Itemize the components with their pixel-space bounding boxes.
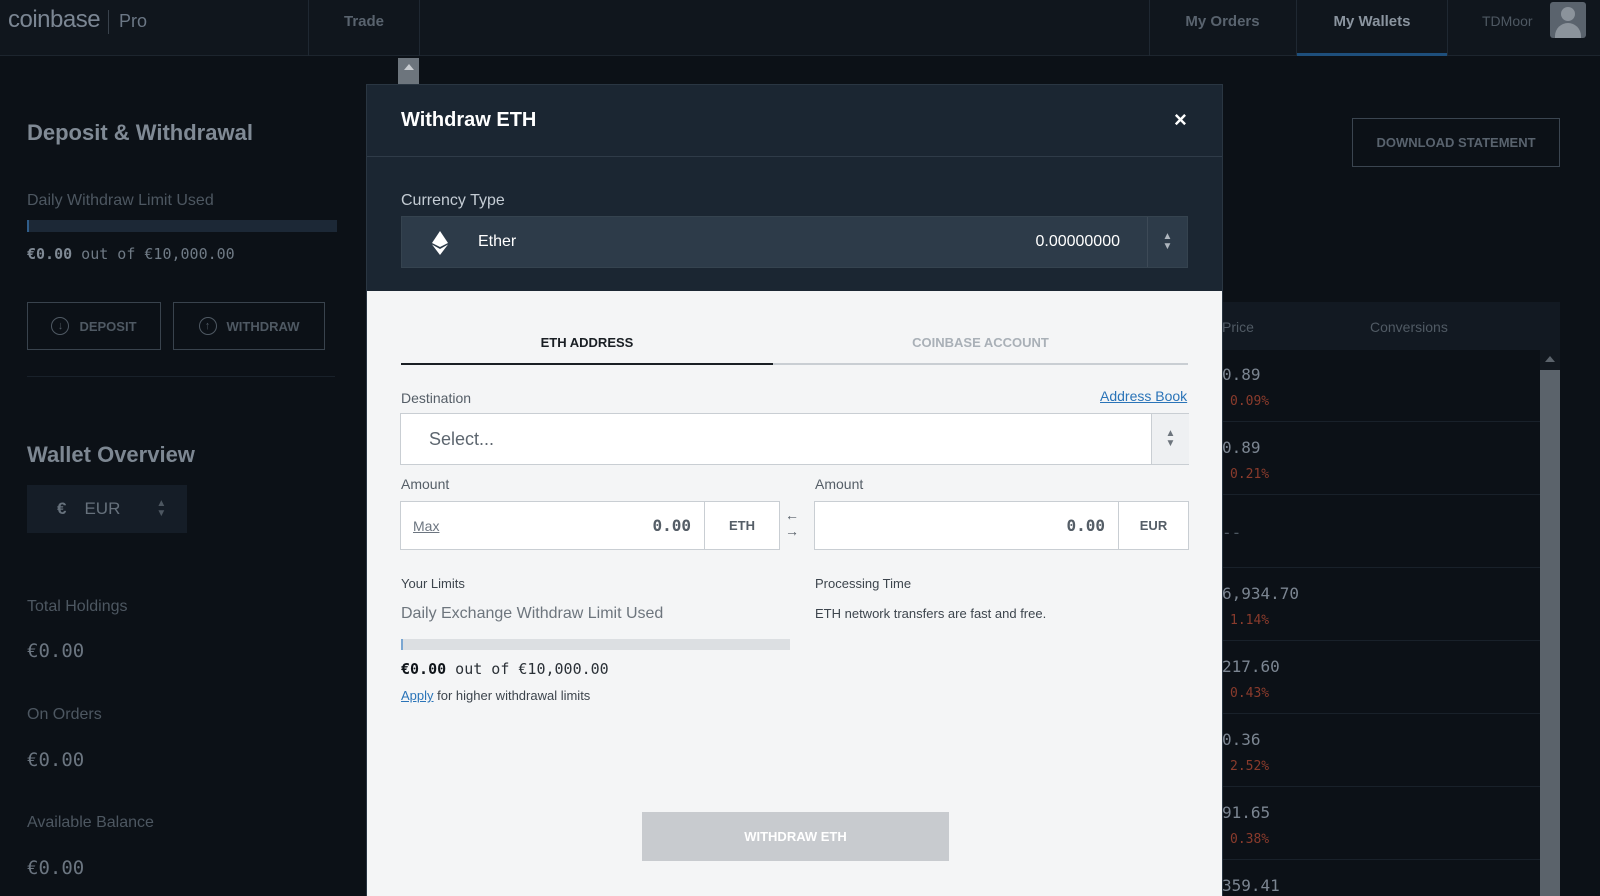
withdraw-modal: Withdraw ETH × Currency Type Ether 0.000… [366, 84, 1223, 896]
scroll-up-icon[interactable] [1545, 356, 1555, 362]
limit-progress-bar [401, 639, 790, 650]
chevron-updown-icon: ▲ ▼ [156, 498, 167, 519]
amount-eth-field[interactable]: Max 0.00 ETH [400, 501, 780, 550]
arrow-up-circle-icon: ↑ [198, 317, 217, 335]
apply-link[interactable]: Apply [401, 688, 434, 703]
close-icon[interactable]: × [1174, 107, 1187, 133]
nav-divider [1447, 0, 1448, 56]
destination-select[interactable]: Select... ▲ ▼ [400, 413, 1189, 465]
divider [27, 376, 335, 377]
daily-limit-text: €0.00 out of €10,000.00 [27, 245, 235, 263]
page-scrollbar[interactable] [398, 58, 419, 84]
logo-pro: Pro [119, 11, 148, 31]
amount-eur-value[interactable]: 0.00 [965, 516, 1105, 535]
column-conversions[interactable]: Conversions [1370, 319, 1448, 335]
currency-type-label: Currency Type [401, 192, 505, 209]
table-row[interactable]: 217.60 0.43% [1222, 642, 1540, 714]
download-statement-button[interactable]: DOWNLOAD STATEMENT [1352, 118, 1560, 167]
unit-eur: EUR [1118, 502, 1188, 549]
amount-eth-label: Amount [401, 476, 450, 492]
unit-eth: ETH [704, 502, 779, 549]
limit-progress-fill [401, 639, 403, 650]
table-row[interactable]: 91.65 0.38% [1222, 788, 1540, 860]
processing-time-text: ETH network transfers are fast and free. [815, 606, 1047, 621]
user-avatar-icon[interactable] [1550, 2, 1586, 38]
table-row[interactable]: 0.89 0.21% [1222, 423, 1540, 495]
scroll-up-icon[interactable] [404, 64, 414, 70]
table-row[interactable]: 0.36 2.52% [1222, 715, 1540, 787]
chevron-updown-icon: ▲ ▼ [1151, 414, 1189, 464]
max-link[interactable]: Max [413, 518, 439, 534]
table-row[interactable]: 0.89 0.09% [1222, 350, 1540, 422]
on-orders-value: €0.00 [27, 749, 85, 771]
destination-placeholder: Select... [429, 429, 495, 449]
table-row[interactable]: 6,934.70 1.14% [1222, 569, 1540, 641]
nav-divider [419, 0, 420, 56]
table-row[interactable]: 359.41 [1222, 861, 1540, 896]
amount-eur-field[interactable]: 0.00 EUR [814, 501, 1189, 550]
logo-divider [108, 10, 109, 34]
daily-exchange-limit-label: Daily Exchange Withdraw Limit Used [401, 605, 664, 622]
modal-header: Withdraw ETH × [367, 85, 1222, 157]
daily-limit-bar [27, 220, 337, 232]
modal-title: Withdraw ETH [401, 109, 537, 131]
swap-arrows-icon[interactable]: ← → [783, 507, 801, 539]
currency-balance: 0.00000000 [1035, 233, 1120, 250]
column-price[interactable]: Price [1222, 319, 1254, 335]
your-limits-label: Your Limits [401, 576, 465, 591]
chevron-updown-icon: ▲ ▼ [1147, 217, 1187, 267]
deposit-withdrawal-title: Deposit & Withdrawal [27, 120, 253, 145]
deposit-button[interactable]: ↓ DEPOSIT [27, 302, 161, 350]
table-row[interactable]: -- [1222, 496, 1540, 568]
withdraw-button[interactable]: ↑ WITHDRAW [173, 302, 325, 350]
total-holdings-label: Total Holdings [27, 598, 128, 615]
wallet-overview-title: Wallet Overview [27, 442, 195, 467]
daily-limit-label: Daily Withdraw Limit Used [27, 192, 214, 209]
euro-icon: € [57, 499, 67, 518]
currency-type-select[interactable]: Ether 0.00000000 ▲ ▼ [401, 216, 1188, 268]
modal-body: ETH ADDRESS COINBASE ACCOUNT Destination… [367, 291, 1222, 896]
ethereum-icon [432, 231, 448, 255]
nav-my-wallets[interactable]: My Wallets [1297, 0, 1447, 56]
amount-eur-label: Amount [815, 476, 864, 492]
tab-coinbase-account[interactable]: COINBASE ACCOUNT [773, 335, 1188, 365]
coinbase-logo[interactable]: coinbase [8, 6, 101, 34]
limit-text: €0.00 out of €10,000.00 [401, 660, 609, 678]
nav-trade[interactable]: Trade [309, 0, 419, 56]
apply-line: Apply for higher withdrawal limits [401, 688, 591, 703]
scrollbar-thumb[interactable] [1540, 370, 1560, 896]
destination-label: Destination [401, 390, 472, 406]
on-orders-label: On Orders [27, 706, 102, 723]
address-book-link[interactable]: Address Book [1100, 388, 1187, 404]
top-nav: coinbase Pro Trade My Orders My Wallets … [0, 0, 1600, 56]
available-balance-value: €0.00 [27, 857, 85, 879]
arrow-down-circle-icon: ↓ [51, 317, 70, 335]
username[interactable]: TDMoor [1482, 13, 1533, 29]
table-header: Price Conversions [1222, 302, 1560, 350]
amount-eth-value[interactable]: 0.00 [551, 516, 691, 535]
total-holdings-value: €0.00 [27, 640, 85, 662]
available-balance-label: Available Balance [27, 814, 154, 831]
withdraw-eth-button[interactable]: WITHDRAW ETH [642, 812, 949, 861]
currency-select[interactable]: € EUR ▲ ▼ [27, 485, 187, 533]
tab-eth-address[interactable]: ETH ADDRESS [401, 335, 773, 365]
wallet-table: 0.89 0.09% 0.89 0.21% -- 6,934.70 1.14% 217… [1222, 350, 1540, 896]
nav-my-orders[interactable]: My Orders [1150, 0, 1295, 56]
currency-code: EUR [84, 499, 121, 518]
currency-name: Ether [478, 233, 517, 250]
processing-time-label: Processing Time [815, 576, 912, 591]
